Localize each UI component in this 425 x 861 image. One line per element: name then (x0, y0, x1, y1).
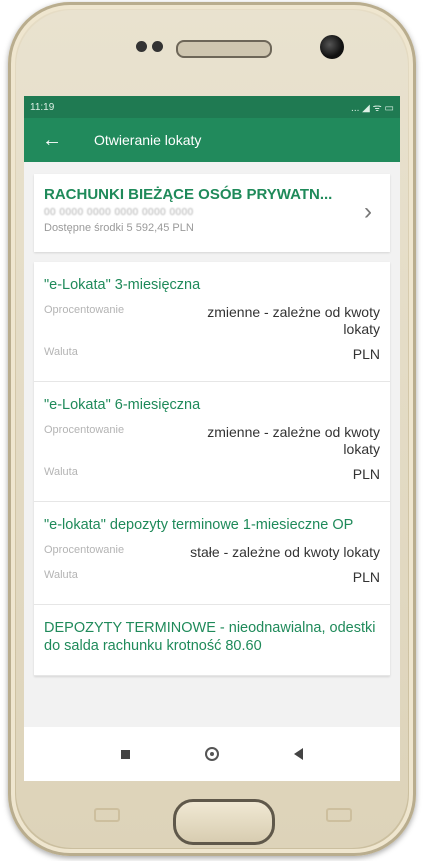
content: RACHUNKI BIEŻĄCE OSÓB PRYWATN... 00 0000… (24, 162, 400, 676)
back-triangle-icon[interactable] (293, 748, 303, 760)
app-bar: ← Otwieranie lokaty (24, 118, 400, 162)
home-icon[interactable] (204, 747, 219, 761)
recent-key (94, 808, 120, 822)
offer-item[interactable]: DEPOZYTY TERMINOWE - nieodnawialna, odes… (34, 605, 390, 676)
account-name: RACHUNKI BIEŻĄCE OSÓB PRYWATN... (44, 186, 333, 203)
offer-item[interactable]: "e-Lokata" 3-miesięczna Oprocentowanie z… (34, 262, 390, 382)
account-selector[interactable]: RACHUNKI BIEŻĄCE OSÓB PRYWATN... 00 0000… (34, 174, 390, 252)
offer-title: "e-Lokata" 3-miesięczna (44, 277, 201, 293)
offer-title: DEPOZYTY TERMINOWE - nieodnawialna, odes… (44, 620, 376, 654)
rate-value: zmienne - zależne od kwoty lokaty (207, 304, 380, 337)
account-available-funds: Dostępne środki 5 592,45 PLN (44, 222, 194, 234)
rate-value: stałe - zależne od kwoty lokaty (190, 544, 380, 560)
offer-title: "e-lokata" depozyty terminowe 1-miesiecz… (44, 517, 354, 533)
home-button[interactable] (173, 799, 275, 845)
phone-screen: 11:19 ... ◢ ᯤ ▭ ← Otwieranie lokaty RACH… (24, 96, 400, 781)
currency-value: PLN (352, 466, 380, 482)
offer-item[interactable]: "e-lokata" depozyty terminowe 1-miesiecz… (34, 502, 390, 605)
currency-label: Waluta (44, 346, 78, 358)
status-icons: ... ◢ ᯤ ▭ (351, 103, 394, 114)
sensor-dot (152, 41, 163, 52)
chevron-right-icon: › (364, 198, 372, 225)
rate-label: Oprocentowanie (44, 304, 125, 316)
currency-label: Waluta (44, 569, 78, 581)
offer-title: "e-Lokata" 6-miesięczna (44, 397, 201, 413)
rate-label: Oprocentowanie (44, 424, 125, 436)
offer-item[interactable]: "e-Lokata" 6-miesięczna Oprocentowanie z… (34, 382, 390, 502)
recents-icon[interactable] (121, 749, 131, 759)
offer-list: "e-Lokata" 3-miesięczna Oprocentowanie z… (34, 262, 390, 676)
page-title: Otwieranie lokaty (94, 132, 202, 148)
rate-value: zmienne - zależne od kwoty lokaty (207, 424, 380, 457)
status-bar: 11:19 ... ◢ ᯤ ▭ (24, 96, 400, 118)
account-number: 00 0000 0000 0000 0000 0000 (44, 207, 194, 218)
sensor-dot (136, 41, 147, 52)
currency-value: PLN (352, 569, 380, 585)
android-nav-bar (24, 727, 400, 781)
earpiece-speaker (176, 40, 272, 58)
back-arrow-icon[interactable]: ← (42, 129, 80, 152)
status-time: 11:19 (30, 101, 55, 113)
back-key (326, 808, 352, 822)
currency-value: PLN (352, 346, 380, 362)
front-camera (320, 35, 344, 59)
currency-label: Waluta (44, 466, 78, 478)
rate-label: Oprocentowanie (44, 544, 125, 556)
